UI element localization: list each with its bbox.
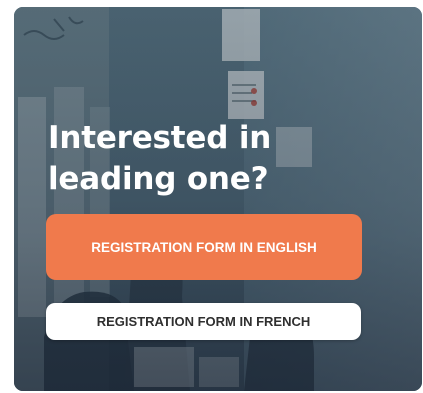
headline-line-2: leading one? [48,161,269,197]
registration-english-button[interactable]: REGISTRATION FORM IN ENGLISH [46,214,362,280]
headline-line-1: Interested in [48,120,272,156]
headline: Interested in leading one? [48,118,368,200]
registration-french-button[interactable]: REGISTRATION FORM IN FRENCH [46,303,361,340]
